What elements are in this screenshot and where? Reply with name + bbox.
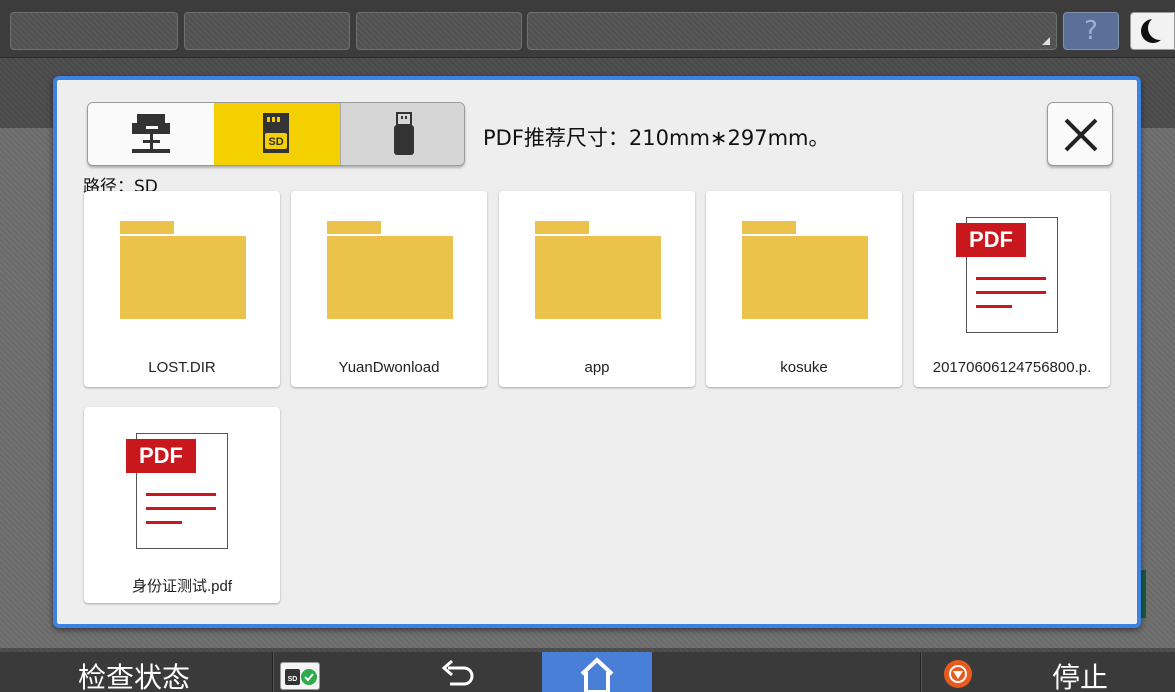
close-icon	[1064, 118, 1098, 152]
file-name: app	[584, 359, 610, 376]
stop-button[interactable]: 停止	[1052, 656, 1108, 692]
file-browser-dialog: SD 路径：SD PDF推荐尺寸：210mm∗297mm。 LOST.DIR Y…	[53, 76, 1141, 628]
file-tile-pdf[interactable]: PDF 身份证测试.pdf	[84, 407, 280, 603]
home-button[interactable]	[542, 652, 652, 692]
sd-status-button[interactable]: SD	[280, 662, 320, 690]
back-button[interactable]	[436, 656, 480, 690]
divider	[272, 652, 274, 692]
pdf-tag: PDF	[956, 223, 1026, 257]
close-button[interactable]	[1047, 102, 1113, 166]
file-tile-pdf[interactable]: PDF 20170606124756800.p.	[914, 191, 1110, 387]
file-name: LOST.DIR	[148, 359, 216, 376]
check-status-button[interactable]: 检查状态	[78, 656, 190, 692]
source-tab-sd[interactable]: SD	[214, 103, 340, 165]
top-slot-3[interactable]	[356, 12, 522, 50]
source-tab-network[interactable]	[88, 103, 214, 165]
file-name: 20170606124756800.p.	[932, 359, 1092, 376]
pdf-size-hint: PDF推荐尺寸：210mm∗297mm。	[483, 126, 830, 150]
file-tile-folder[interactable]: LOST.DIR	[84, 191, 280, 387]
pdf-tag: PDF	[126, 439, 196, 473]
source-selector: SD	[87, 102, 465, 166]
svg-text:SD: SD	[268, 136, 283, 148]
sleep-button[interactable]	[1130, 12, 1175, 50]
top-bar: ?	[0, 0, 1175, 58]
expand-corner-icon	[1042, 37, 1050, 45]
home-icon	[580, 657, 614, 692]
top-slot-1[interactable]	[10, 12, 178, 50]
source-tab-usb[interactable]	[340, 103, 464, 165]
top-message-area[interactable]	[527, 12, 1057, 50]
help-button[interactable]: ?	[1063, 12, 1119, 50]
back-arrow-icon	[441, 659, 474, 686]
usb-drive-icon	[394, 112, 414, 155]
file-tile-folder[interactable]: YuanDwonload	[291, 191, 487, 387]
file-tile-folder[interactable]: app	[499, 191, 695, 387]
top-slot-2[interactable]	[184, 12, 350, 50]
stop-icon	[944, 660, 972, 688]
sd-ok-icon: SD	[285, 669, 317, 685]
network-server-icon	[132, 114, 170, 153]
file-tile-folder[interactable]: kosuke	[706, 191, 902, 387]
divider	[920, 652, 922, 692]
file-name: 身份证测试.pdf	[131, 578, 233, 595]
bottom-bar: 检查状态 SD 停止	[0, 652, 1175, 692]
svg-text:SD: SD	[288, 676, 298, 683]
file-name: YuanDwonload	[338, 359, 440, 376]
file-name: kosuke	[780, 359, 828, 376]
sd-card-icon: SD	[263, 113, 289, 153]
